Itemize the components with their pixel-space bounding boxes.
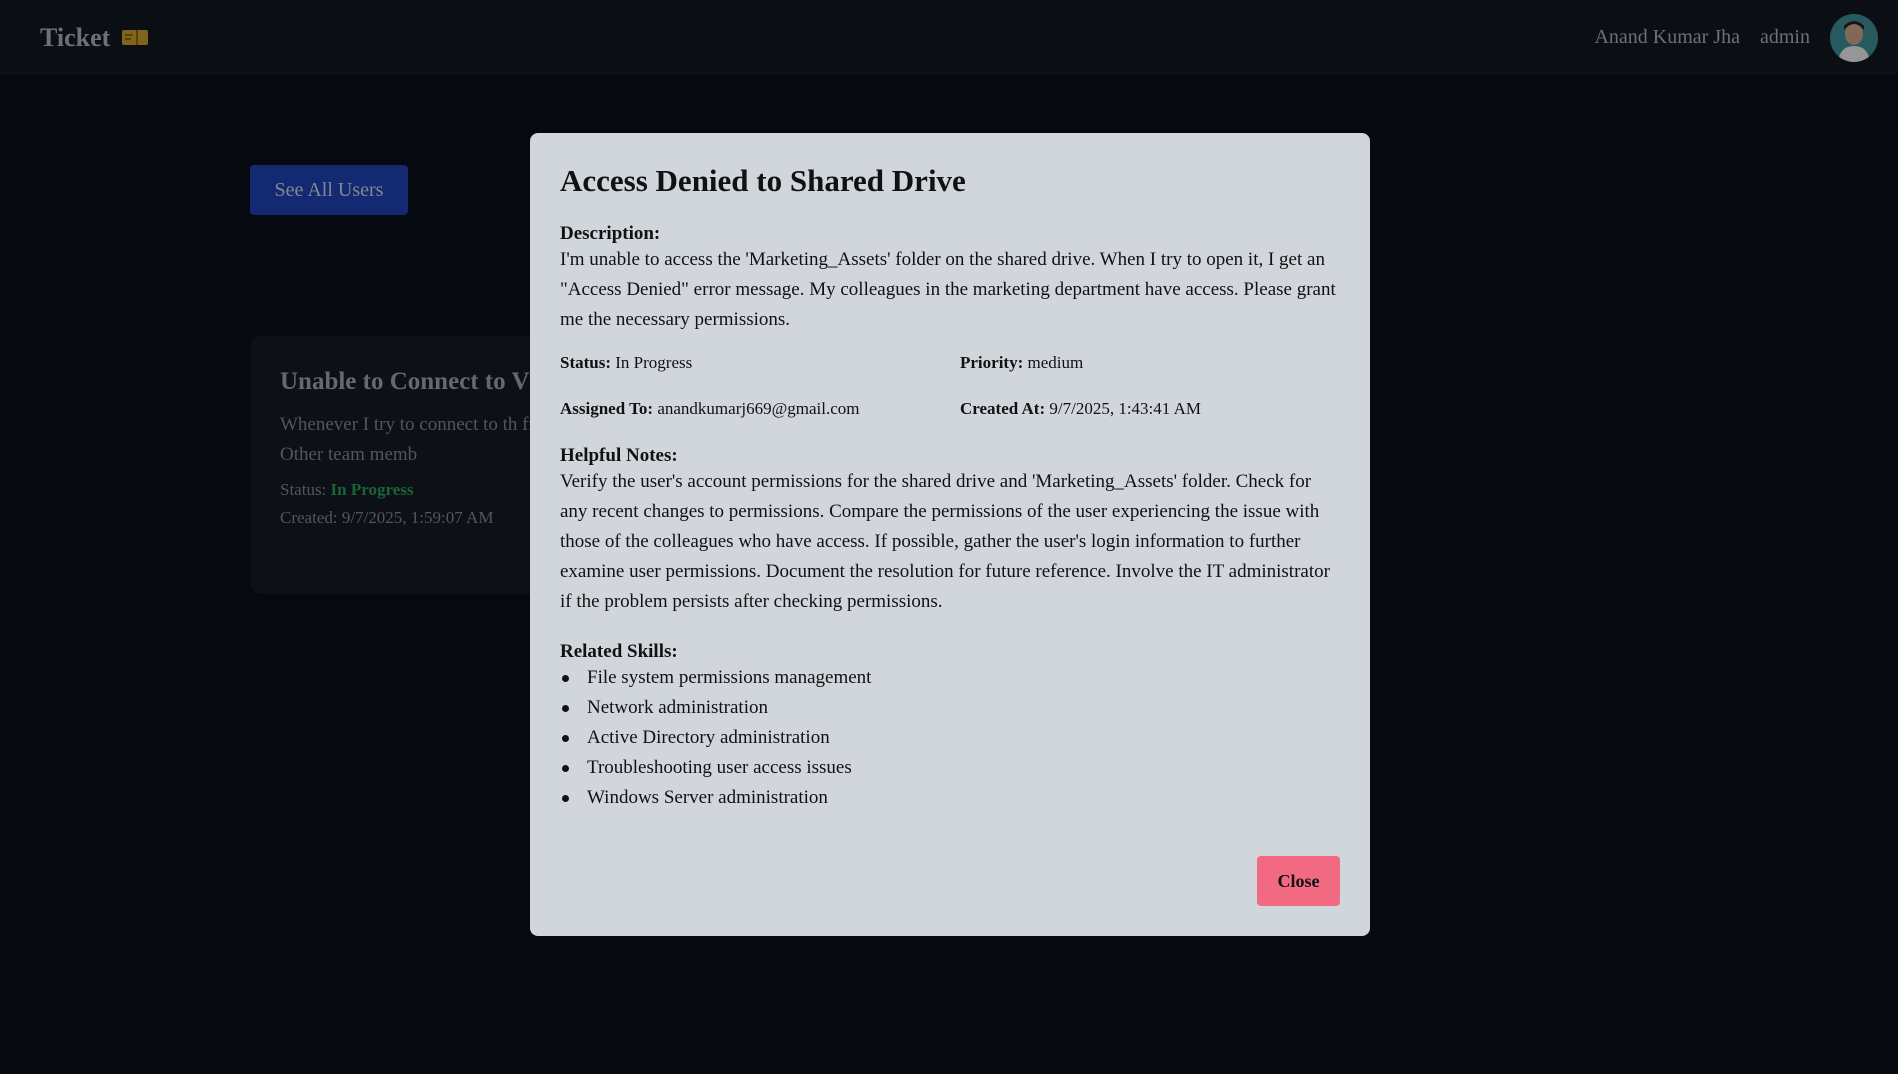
status-value: In Progress	[615, 353, 693, 372]
assigned-label: Assigned To:	[560, 399, 654, 418]
description-section: Description: I'm unable to access the 'M…	[560, 223, 1340, 335]
close-button[interactable]: Close	[1257, 856, 1340, 906]
ticket-meta: Status: In Progress Priority: medium Ass…	[560, 353, 1340, 419]
created-label: Created At:	[960, 399, 1046, 418]
skill-item: Active Directory administration	[560, 723, 1340, 753]
helpful-notes-text: Verify the user's account permissions fo…	[560, 471, 1330, 612]
helpful-notes-section: Helpful Notes: Verify the user's account…	[560, 445, 1340, 617]
modal-title: Access Denied to Shared Drive	[560, 163, 966, 198]
description-text: I'm unable to access the 'Marketing_Asse…	[560, 249, 1336, 330]
priority-label: Priority:	[960, 353, 1024, 372]
status-field: Status: In Progress	[560, 353, 960, 373]
skills-list: File system permissions management Netwo…	[560, 663, 1340, 813]
skill-item: Network administration	[560, 693, 1340, 723]
description-label: Description:	[560, 223, 661, 244]
skill-item: Windows Server administration	[560, 783, 1340, 813]
related-skills-label: Related Skills:	[560, 641, 678, 662]
priority-field: Priority: medium	[960, 353, 1360, 373]
ticket-detail-modal: Access Denied to Shared Drive Descriptio…	[530, 133, 1370, 936]
assigned-value: anandkumarj669@gmail.com	[657, 399, 860, 418]
skill-item: File system permissions management	[560, 663, 1340, 693]
assigned-field: Assigned To: anandkumarj669@gmail.com	[560, 399, 960, 419]
related-skills-section: Related Skills: File system permissions …	[560, 641, 1340, 813]
created-field: Created At: 9/7/2025, 1:43:41 AM	[960, 399, 1360, 419]
created-value: 9/7/2025, 1:43:41 AM	[1049, 399, 1201, 418]
priority-value: medium	[1027, 353, 1084, 372]
helpful-notes-label: Helpful Notes:	[560, 445, 678, 466]
skill-item: Troubleshooting user access issues	[560, 753, 1340, 783]
status-label: Status:	[560, 353, 612, 372]
